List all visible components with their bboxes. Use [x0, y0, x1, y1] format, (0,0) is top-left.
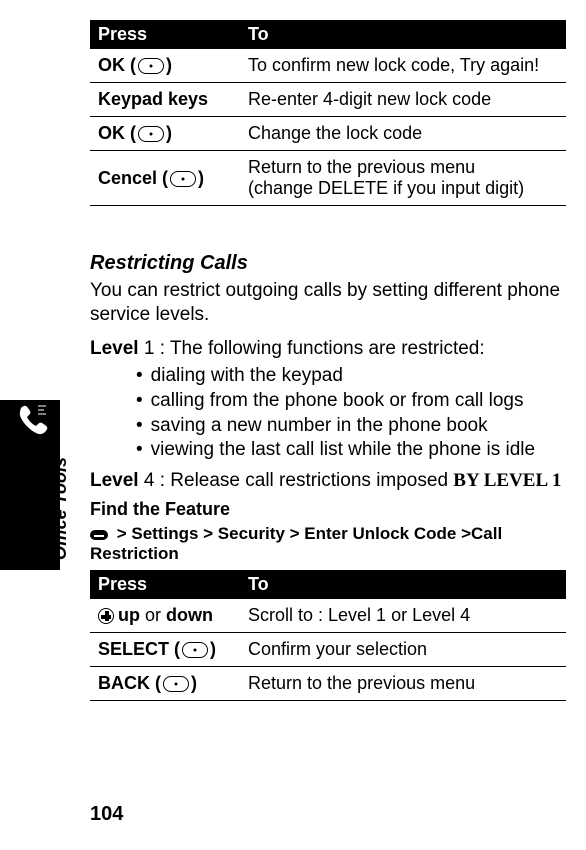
level-1-line: Level 1 : The following functions are re…: [90, 337, 566, 361]
press-label: OK (: [98, 55, 136, 75]
press-label: Cencel (: [98, 168, 168, 188]
to-text: Return to the previous menu (change DELE…: [240, 151, 566, 206]
level-label: Level: [90, 470, 139, 491]
table-header-to: To: [240, 570, 566, 599]
table-row: BACK () Return to the previous menu: [90, 666, 566, 700]
call-restriction-actions-table: Press To up or down Scroll to : Level 1 …: [90, 570, 566, 701]
list-item: calling from the phone book or from call…: [148, 389, 566, 414]
manual-page: Office Tools Press To OK () To confirm n…: [0, 0, 586, 850]
table-header-press: Press: [90, 20, 240, 49]
menu-icon: [90, 530, 108, 540]
restrictions-list: dialing with the keypad calling from the…: [90, 364, 566, 463]
down-label: down: [166, 605, 213, 625]
level-num: 1 :: [139, 338, 170, 359]
subsection-heading: Restricting Calls: [90, 252, 566, 275]
to-text: To confirm new lock code, Try again!: [240, 49, 566, 83]
find-the-feature: Find the Feature: [90, 499, 566, 520]
list-item: saving a new number in the phone book: [148, 414, 566, 439]
breadcrumb-text: > Settings > Security > Enter Unlock Cod…: [90, 524, 502, 563]
softkey-icon: [138, 126, 164, 142]
table-row: OK () Change the lock code: [90, 117, 566, 151]
phone-icon: [10, 400, 50, 440]
softkey-icon: [170, 171, 196, 187]
press-label: SELECT (: [98, 639, 180, 659]
up-label: up: [118, 605, 140, 625]
softkey-icon: [163, 676, 189, 692]
level-label: Level: [90, 338, 139, 359]
breadcrumb: > Settings > Security > Enter Unlock Cod…: [90, 524, 566, 564]
table-row: Cencel () Return to the previous menu (c…: [90, 151, 566, 206]
intro-text: You can restrict outgoing calls by setti…: [90, 279, 566, 327]
list-item: viewing the last call list while the pho…: [148, 438, 566, 463]
level-text: The following functions are restricted:: [170, 338, 485, 359]
press-label-close: ): [198, 168, 204, 188]
press-label: Keypad keys: [90, 83, 240, 117]
to-text: Confirm your selection: [240, 632, 566, 666]
level-num: 4 :: [139, 470, 171, 491]
level-text: Release call restrictions imposed: [170, 470, 453, 491]
to-text: Change the lock code: [240, 117, 566, 151]
level-caps: BY LEVEL 1: [453, 470, 561, 491]
side-label: Office Tools: [50, 457, 71, 560]
table-row: up or down Scroll to : Level 1 or Level …: [90, 599, 566, 633]
press-label: BACK (: [98, 673, 161, 693]
table-row: OK () To confirm new lock code, Try agai…: [90, 49, 566, 83]
dpad-icon: [98, 608, 114, 624]
list-item: dialing with the keypad: [148, 364, 566, 389]
softkey-icon: [182, 642, 208, 658]
page-number: 104: [90, 803, 123, 826]
table-header-press: Press: [90, 570, 240, 599]
level-4-line: Level 4 : Release call restrictions impo…: [90, 469, 566, 493]
softkey-icon: [138, 58, 164, 74]
to-text: Re-enter 4-digit new lock code: [240, 83, 566, 117]
press-label-close: ): [166, 55, 172, 75]
lock-code-actions-table: Press To OK () To confirm new lock code,…: [90, 20, 566, 206]
press-label-close: ): [210, 639, 216, 659]
or-text: or: [140, 605, 166, 625]
press-label: OK (: [98, 123, 136, 143]
table-row: SELECT () Confirm your selection: [90, 632, 566, 666]
table-row: Keypad keys Re-enter 4-digit new lock co…: [90, 83, 566, 117]
press-label-close: ): [166, 123, 172, 143]
table-header-to: To: [240, 20, 566, 49]
to-text: Return to the previous menu: [240, 666, 566, 700]
to-text: Scroll to : Level 1 or Level 4: [240, 599, 566, 633]
press-label-close: ): [191, 673, 197, 693]
